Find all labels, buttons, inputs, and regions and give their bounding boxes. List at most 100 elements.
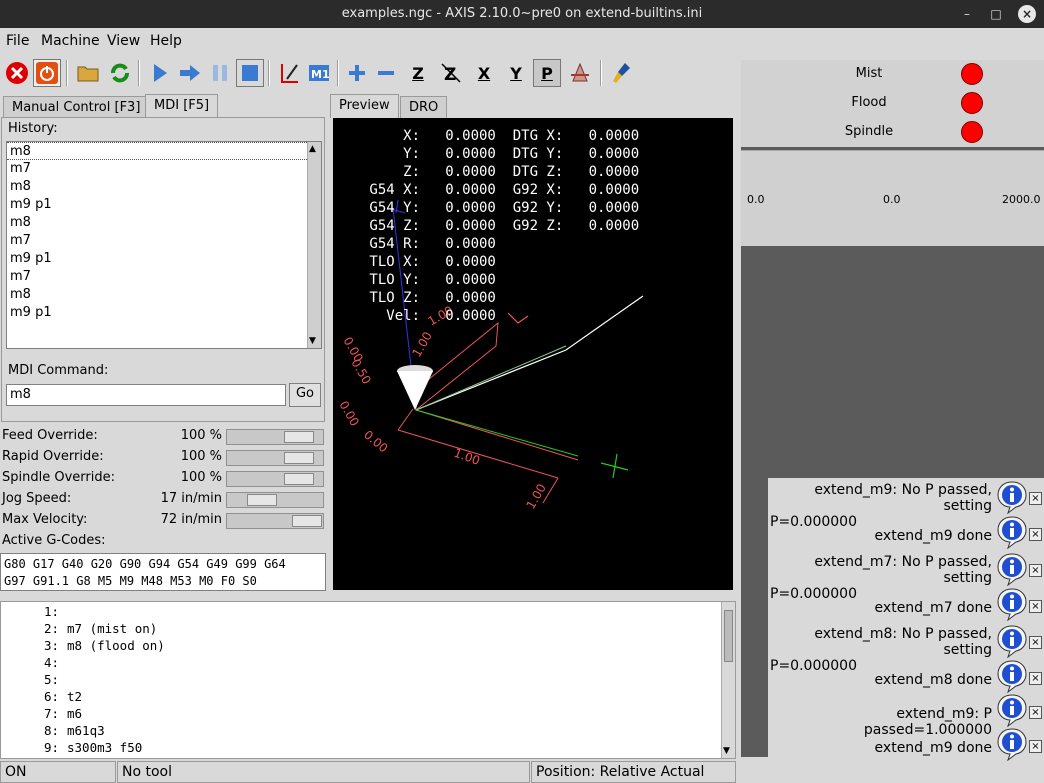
override-slider[interactable]: [226, 492, 324, 508]
close-icon[interactable]: ×: [1018, 5, 1036, 23]
menu-help[interactable]: Help: [150, 33, 182, 49]
menu-view[interactable]: View: [107, 33, 140, 49]
window-title: examples.ngc - AXIS 2.10.0~pre0 on exten…: [341, 6, 703, 21]
history-item[interactable]: m7: [7, 160, 321, 178]
close-notification-icon[interactable]: ×: [1029, 706, 1042, 719]
override-label: Feed Override:: [2, 428, 98, 443]
stop-icon[interactable]: [236, 59, 264, 87]
history-item[interactable]: m9 p1: [7, 250, 321, 268]
line-text: m8 (flood on): [67, 638, 165, 653]
optionalstop-icon[interactable]: M1: [305, 59, 333, 87]
notification: extend_m7: No P passed, setting P=0.00000…: [768, 552, 1044, 602]
go-button[interactable]: Go: [289, 383, 321, 407]
close-notification-icon[interactable]: ×: [1029, 600, 1042, 613]
minimize-icon[interactable]: –: [958, 5, 976, 23]
view-y-icon[interactable]: Y: [502, 59, 530, 87]
view-x-icon[interactable]: X: [470, 59, 498, 87]
gcode-line[interactable]: 5:: [1, 671, 735, 688]
notification-text: extend_m8 done: [874, 672, 992, 688]
estop-icon[interactable]: [3, 59, 31, 87]
info-icon: [996, 693, 1028, 728]
gcode-line[interactable]: 2: m7 (mist on): [1, 620, 735, 637]
info-icon: [996, 552, 1028, 587]
toolbar: M1 Z Z X Y P: [0, 56, 740, 92]
view-z-icon[interactable]: Z: [404, 59, 432, 87]
override-label: Rapid Override:: [2, 449, 104, 464]
gcode-line[interactable]: 6: t2: [1, 688, 735, 705]
history-item[interactable]: m9 p1: [7, 196, 321, 214]
axis-tick-label: 0.00: [336, 399, 361, 429]
open-icon[interactable]: [74, 59, 102, 87]
override-slider[interactable]: [226, 450, 324, 466]
gcode-listing[interactable]: 1: 2: m7 (mist on) 3: m8 (flood on) 4: 5: 6: t2 7…: [0, 601, 736, 759]
override-slider[interactable]: [226, 471, 324, 487]
tab-mdi[interactable]: MDI [F5]: [145, 94, 219, 118]
close-notification-icon[interactable]: ×: [1029, 636, 1042, 649]
mdi-command-label: MDI Command:: [8, 363, 109, 378]
pause-icon[interactable]: [206, 59, 234, 87]
notification-text: extend_m9 done: [874, 740, 992, 756]
line-number: 8:: [43, 723, 59, 738]
active-gcodes-box: G80 G17 G40 G20 G90 G94 G54 G49 G99 G64 …: [0, 553, 326, 591]
gcode-line[interactable]: 4:: [1, 654, 735, 671]
close-notification-icon[interactable]: ×: [1029, 492, 1042, 505]
menu-file[interactable]: File: [6, 33, 29, 49]
history-item[interactable]: m8: [7, 214, 321, 232]
close-notification-icon[interactable]: ×: [1029, 528, 1042, 541]
tab-dro[interactable]: DRO: [400, 96, 448, 118]
zoom-out-icon[interactable]: [372, 59, 400, 87]
close-notification-icon[interactable]: ×: [1029, 740, 1042, 753]
mdi-command-input[interactable]: m8: [6, 384, 286, 406]
close-notification-icon[interactable]: ×: [1029, 564, 1042, 577]
override-label: Jog Speed:: [2, 491, 72, 506]
tab-preview[interactable]: Preview: [330, 94, 399, 118]
override-slider[interactable]: [226, 429, 324, 445]
bar-max-label: 2000.0: [1002, 193, 1041, 206]
blockdelete-icon[interactable]: [276, 59, 304, 87]
view-p-icon[interactable]: P: [533, 59, 561, 87]
override-slider[interactable]: [226, 513, 324, 529]
reload-icon[interactable]: [106, 59, 134, 87]
line-number: 6:: [43, 689, 59, 704]
history-item[interactable]: m7: [7, 268, 321, 286]
notification: extend_m9: No P passed, setting P=0.00000…: [768, 480, 1044, 530]
history-item[interactable]: m8: [7, 142, 321, 160]
position-mode: Position: Relative Actual: [531, 761, 736, 783]
notification: extend_m7 done ×: [768, 588, 1044, 622]
clear-plot-icon[interactable]: [608, 59, 636, 87]
history-scrollbar[interactable]: ▲ ▼: [307, 142, 321, 348]
step-icon[interactable]: [176, 59, 204, 87]
rotate-icon[interactable]: [566, 59, 594, 87]
tab-manual-control[interactable]: Manual Control [F3]: [3, 96, 150, 118]
run-icon[interactable]: [146, 59, 174, 87]
history-item[interactable]: m7: [7, 232, 321, 250]
gcode-scrollbar[interactable]: ▼: [721, 602, 735, 758]
menu-machine[interactable]: Machine: [41, 33, 100, 49]
gcode-line[interactable]: 8: m61q3: [1, 722, 735, 739]
gcode-line[interactable]: 9: s300m3 f50: [1, 739, 735, 756]
history-label: History:: [8, 121, 58, 136]
axis-tick-label: 1.00: [409, 329, 434, 359]
notification: extend_m9 done ×: [768, 516, 1044, 550]
status-led-icon: [961, 92, 983, 114]
override-label: Spindle Override:: [2, 470, 115, 485]
line-number: 7:: [43, 706, 59, 721]
view-z2-icon[interactable]: Z: [437, 59, 465, 87]
history-item[interactable]: m9 p1: [7, 304, 321, 322]
maximize-icon[interactable]: □: [987, 5, 1005, 23]
override-value: 72 in/min: [160, 512, 222, 527]
line-number: 9:: [43, 740, 59, 755]
history-list[interactable]: m8 m7 m8 m9 p1 m8 m7 m9 p1 m7 m8 m9 p1 ▲ ▼: [6, 141, 322, 349]
hal-led-row: Mist: [741, 60, 1044, 89]
gcode-line[interactable]: 7: m6: [1, 705, 735, 722]
close-notification-icon[interactable]: ×: [1029, 672, 1042, 685]
window-titlebar: examples.ngc - AXIS 2.10.0~pre0 on exten…: [0, 0, 1044, 28]
history-item[interactable]: m8: [7, 286, 321, 304]
gcode-line[interactable]: 3: m8 (flood on): [1, 637, 735, 654]
notification: extend_m8 done ×: [768, 660, 1044, 694]
history-item[interactable]: m8: [7, 178, 321, 196]
zoom-in-icon[interactable]: [343, 59, 371, 87]
preview-canvas[interactable]: 1.00 0.00 0.50 0.00 0.00 1.00 1.00 1.00 …: [333, 118, 733, 590]
power-icon[interactable]: [33, 59, 61, 87]
gcode-line[interactable]: 1:: [1, 603, 735, 620]
